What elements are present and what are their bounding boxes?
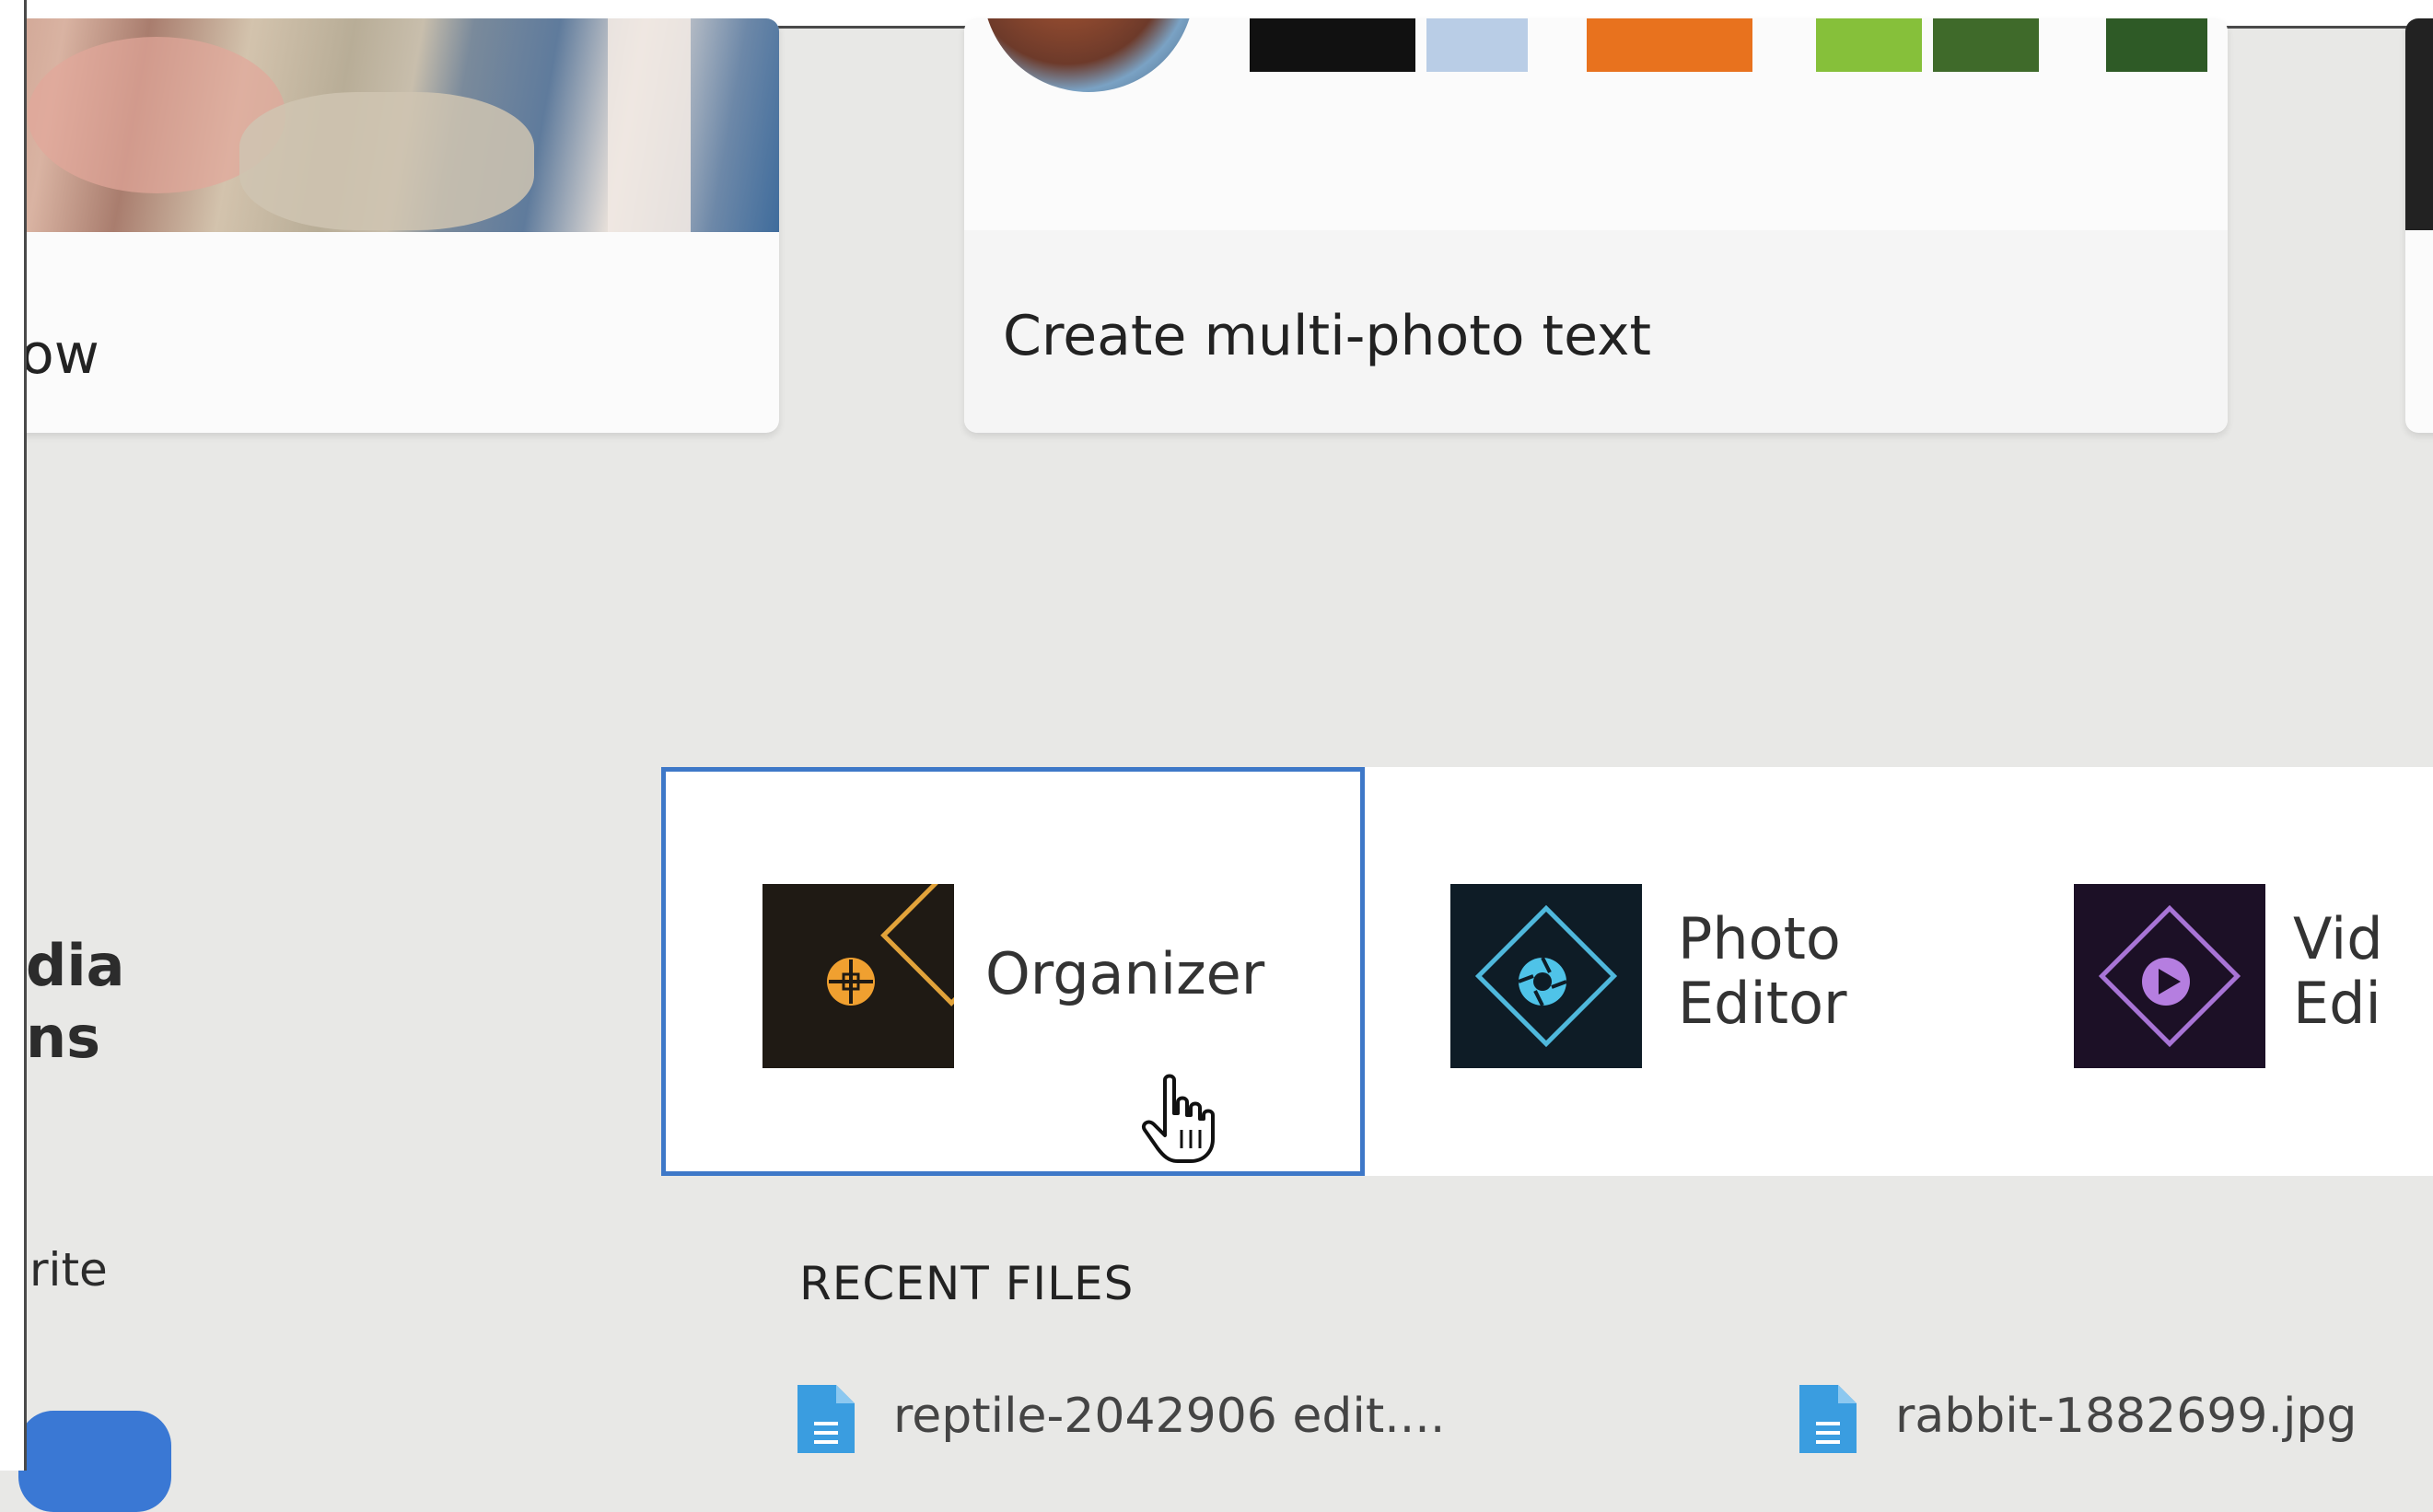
sidebar-heading-line-1: dia [26, 932, 125, 999]
multi-photo-card-title: Create multi-photo text [1003, 304, 1651, 368]
video-editor-label-line-1: Vid [2293, 905, 2383, 972]
recent-file-name: reptile-2042906 edit.... [893, 1389, 1446, 1444]
slideshow-card-title: ow [20, 322, 99, 387]
photo-editor-label-line-1: Photo [1678, 905, 1841, 972]
video-editor-icon [2074, 884, 2265, 1068]
video-editor-tile[interactable]: Vid Edi [2028, 767, 2433, 1176]
app-launcher: Organizer Photo Editor Vid Edi [661, 767, 2433, 1176]
organizer-icon [762, 884, 954, 1068]
recent-files-heading: RECENT FILES [799, 1257, 1135, 1310]
multi-photo-circle-thumbnail [983, 18, 1194, 92]
organizer-label: Organizer [985, 942, 1264, 1006]
photo-editor-label-line-2: Editor [1678, 970, 1847, 1037]
photo-editor-tile[interactable]: Photo Editor [1365, 767, 2028, 1176]
organizer-label-line: Organizer [985, 940, 1265, 1007]
file-icon [794, 1381, 858, 1457]
partial-card[interactable] [2405, 18, 2433, 433]
sidebar-favorite-link[interactable]: rite [29, 1243, 108, 1297]
sidebar-heading: dia ns [26, 930, 124, 1074]
sidebar-blue-button[interactable] [18, 1411, 171, 1512]
file-icon [1796, 1381, 1860, 1457]
photo-editor-label: Photo Editor [1678, 907, 1847, 1036]
organizer-tile[interactable]: Organizer [661, 767, 1365, 1176]
sidebar-heading-line-2: ns [26, 1004, 101, 1071]
window-left-border [0, 0, 27, 1471]
multi-photo-text-card[interactable]: Create multi-photo text [964, 18, 2228, 433]
video-editor-label: Vid Edi [2293, 907, 2383, 1036]
recent-file-name: rabbit-1882699.jpg [1895, 1389, 2357, 1444]
hand-cursor-icon [1137, 1073, 1220, 1165]
slideshow-thumbnail [0, 18, 779, 232]
photo-editor-icon [1450, 884, 1642, 1068]
video-editor-label-line-2: Edi [2293, 970, 2381, 1037]
slideshow-card[interactable]: ow [0, 18, 779, 433]
